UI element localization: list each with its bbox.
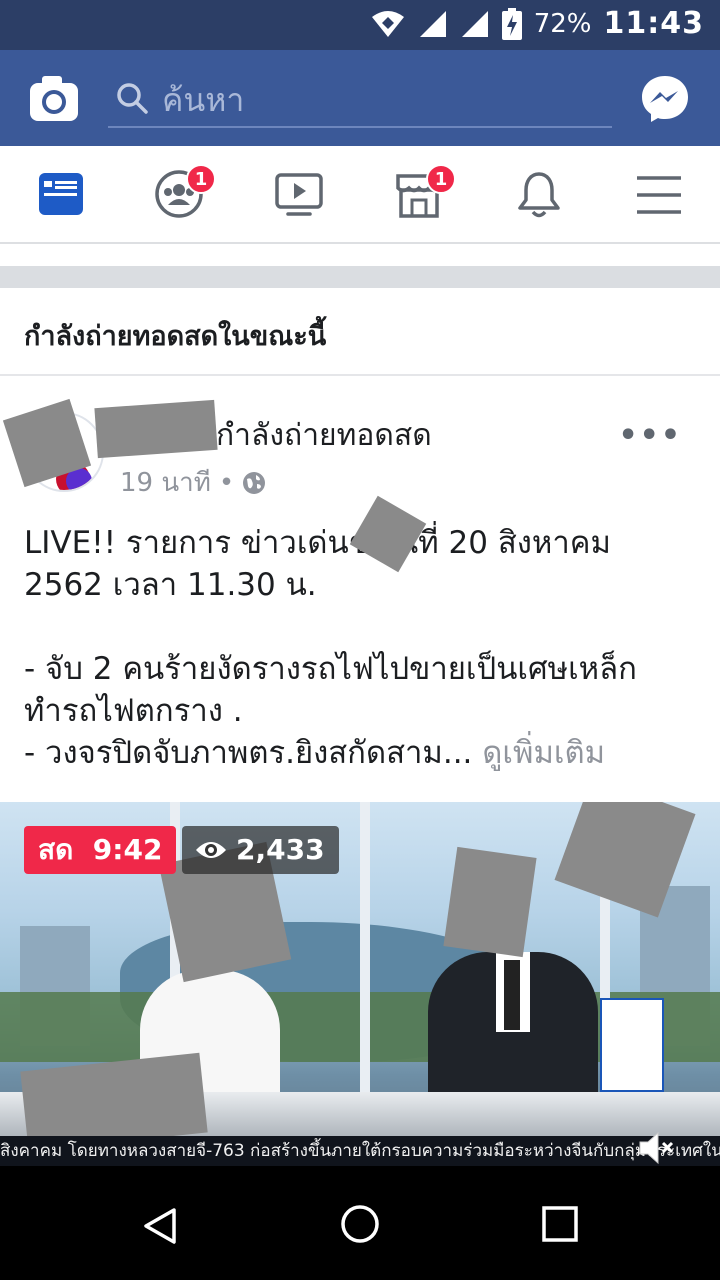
tab-groups[interactable]: 1 <box>154 164 216 220</box>
marketplace-badge: 1 <box>426 164 456 194</box>
tab-notifications[interactable] <box>514 168 570 220</box>
watch-icon <box>275 173 323 216</box>
eye-icon <box>196 842 226 858</box>
live-duration: 9:42 <box>92 833 163 866</box>
news-feed-icon <box>39 173 83 215</box>
tab-bar: 1 1 <box>0 146 720 244</box>
post-text-line <box>24 606 696 648</box>
redaction <box>443 846 537 958</box>
messenger-icon[interactable] <box>640 74 690 124</box>
viewer-count: 2,433 <box>182 826 339 874</box>
post-time[interactable]: 19 นาที <box>120 462 211 503</box>
post-text-line: 2562 เวลา 11.30 น. <box>24 567 317 603</box>
status-bar: 72% 11:43 <box>0 0 720 50</box>
section-title: กำลังถ่ายทอดสดในขณะนี้ <box>24 321 327 352</box>
clock: 11:43 <box>603 6 704 41</box>
live-badge: สด 9:42 <box>24 826 177 874</box>
wifi-icon <box>371 10 404 37</box>
groups-badge: 1 <box>186 164 216 194</box>
live-post: กำลังถ่ายทอดสด 19 นาที • ••• LIVE!! รายก… <box>0 376 720 1166</box>
post-text-line: - วงจรปิดจับภาพตร.ยิงสกัดสาม... <box>24 735 473 771</box>
post-meta: 19 นาที • <box>120 462 266 503</box>
back-icon[interactable] <box>140 1206 180 1246</box>
signal-icon <box>419 10 446 37</box>
globe-icon <box>243 471 266 494</box>
search-input[interactable] <box>162 78 592 122</box>
post-text-line: - จับ 2 คนร้ายงัดรางรถไฟไปขายเป็นเศษเหล็… <box>24 651 637 687</box>
spacer <box>0 244 720 266</box>
tab-news-feed[interactable] <box>38 168 94 220</box>
more-options-button[interactable]: ••• <box>618 418 682 453</box>
notifications-icon <box>518 172 560 218</box>
tab-marketplace[interactable]: 1 <box>394 164 456 220</box>
search-bar[interactable] <box>108 72 612 128</box>
live-video[interactable]: สด 9:42 2,433 สิงคาคม โดยทางหลวงสายจี-76… <box>0 802 720 1166</box>
live-now-section: กำลังถ่ายทอดสดในขณะนี้ <box>0 288 720 376</box>
post-text-line: ทำรถไฟตกราง . <box>24 693 243 729</box>
post-status: กำลังถ่ายทอดสด <box>216 418 432 453</box>
menu-icon <box>637 176 681 214</box>
recents-icon[interactable] <box>542 1206 578 1242</box>
see-more-link[interactable]: ดูเพิ่มเติม <box>482 735 605 771</box>
tab-watch[interactable] <box>274 168 330 220</box>
home-icon[interactable] <box>340 1204 380 1244</box>
system-nav-bar <box>0 1166 720 1280</box>
signal-icon <box>461 10 488 37</box>
tab-menu[interactable] <box>634 168 690 220</box>
news-ticker: สิงคาคม โดยทางหลวงสายจี-763 ก่อสร้างขึ้น… <box>0 1136 720 1166</box>
camera-icon[interactable] <box>28 73 80 123</box>
post-text: LIVE!! รายการ ข่าวเด่นช วันที่ 20 สิงหาค… <box>24 522 696 774</box>
battery-percentage: 72% <box>533 8 592 39</box>
app-header <box>0 50 720 146</box>
product-display <box>600 998 664 1092</box>
divider <box>0 266 720 288</box>
redaction <box>94 399 218 459</box>
battery-charging-icon <box>501 7 522 40</box>
mute-icon[interactable] <box>636 1128 676 1166</box>
search-icon <box>117 83 148 114</box>
